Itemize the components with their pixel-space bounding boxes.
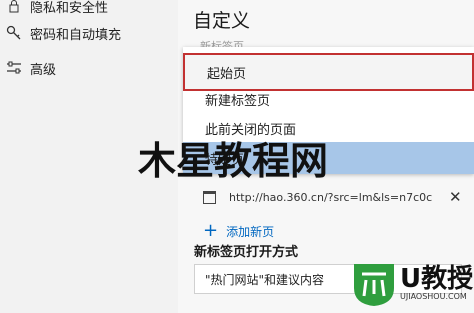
site-logo: U教授 UJIAOSHOU.COM [348, 252, 474, 313]
add-new-page-button[interactable]: + 添加新页 [203, 222, 274, 240]
sidebar-item-privacy[interactable]: 隐私和安全性 [0, 0, 178, 20]
logo-text: U教授 [400, 264, 474, 294]
lock-icon [6, 0, 22, 14]
sidebar-item-label: 隐私和安全性 [30, 0, 109, 16]
page-icon [203, 190, 216, 204]
select-value: "热门网站"和建议内容 [205, 272, 325, 287]
watermark-text: 木星教程网 [138, 139, 329, 183]
logo-sub-text: UJIAOSHOU.COM [400, 292, 467, 301]
url-entry-row: http://hao.360.cn/?src=lm&ls=n7c0c ✕ [203, 185, 468, 209]
logo-mark-icon [354, 264, 394, 306]
sliders-icon [6, 60, 22, 76]
plus-icon: + [203, 220, 219, 241]
page-title: 自定义 [193, 10, 251, 32]
sidebar-item-label: 密码和自动填充 [30, 27, 122, 43]
section-heading: 新标签页打开方式 [194, 245, 299, 260]
add-new-page-label: 添加新页 [226, 224, 275, 239]
sidebar-item-passwords[interactable]: 密码和自动填充 [0, 19, 178, 47]
option-new-tab[interactable]: 新建标签页 [183, 85, 474, 113]
sidebar-item-label: 高级 [30, 62, 57, 78]
key-icon [6, 25, 22, 41]
remove-url-button[interactable]: ✕ [449, 188, 462, 206]
sidebar-item-advanced[interactable]: 高级 [0, 54, 178, 82]
url-text: http://hao.360.cn/?src=lm&ls=n7c0c [229, 190, 433, 204]
